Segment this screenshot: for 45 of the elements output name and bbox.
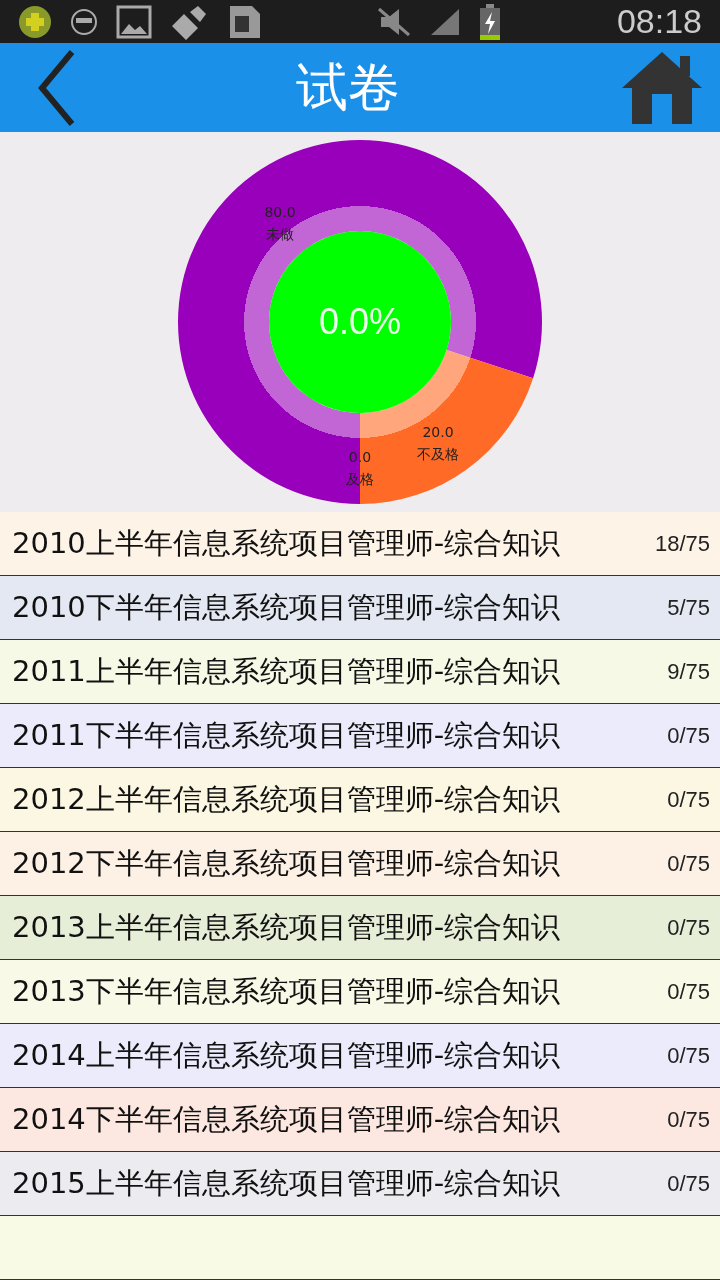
paper-title: 2011下半年信息系统项目管理师-综合知识 [12,716,561,754]
list-row[interactable]: 2013上半年信息系统项目管理师-综合知识 0/75 [0,896,720,960]
paper-title: 2012下半年信息系统项目管理师-综合知识 [12,844,561,882]
list-row[interactable]: 2010上半年信息系统项目管理师-综合知识 18/75 [0,512,720,576]
status-time: 08:18 [616,2,702,42]
page-title: 试卷 [296,55,400,119]
progress-count: 5/75 [667,594,710,621]
signal-icon [429,6,462,37]
home-icon[interactable] [620,49,704,126]
progress-count: 0/75 [667,978,710,1005]
paper-title: 2015上半年信息系统项目管理师-综合知识 [12,1164,561,1202]
list-row[interactable]: 2013下半年信息系统项目管理师-综合知识 0/75 [0,960,720,1024]
progress-count: 0/75 [667,786,710,813]
image-icon [116,4,152,39]
list-row[interactable]: 2012下半年信息系统项目管理师-综合知识 0/75 [0,832,720,896]
progress-count: 0/75 [667,1042,710,1069]
list-row[interactable]: 2014下半年信息系统项目管理师-综合知识 0/75 [0,1088,720,1152]
list-row[interactable]: 2012上半年信息系统项目管理师-综合知识 0/75 [0,768,720,832]
paper-title: 2013上半年信息系统项目管理师-综合知识 [12,908,561,946]
paper-title: 2012上半年信息系统项目管理师-综合知识 [12,780,561,818]
list-row[interactable]: 2011下半年信息系统项目管理师-综合知识 0/75 [0,704,720,768]
slice-label: 20.0 不及格 [417,424,459,462]
progress-count: 18/75 [654,530,710,557]
list-row[interactable]: 2014上半年信息系统项目管理师-综合知识 0/75 [0,1024,720,1088]
app-icon [18,4,52,39]
slice-label: 0.0 及格 [346,449,374,487]
progress-count: 9/75 [667,658,710,685]
list-row[interactable]: 2010下半年信息系统项目管理师-综合知识 5/75 [0,576,720,640]
back-icon[interactable] [36,47,76,128]
paper-title: 2010下半年信息系统项目管理师-综合知识 [12,588,561,626]
progress-count: 0/75 [667,1170,710,1197]
paper-title: 2014上半年信息系统项目管理师-综合知识 [12,1036,561,1074]
mute-icon [377,6,412,37]
progress-count: 0/75 [667,914,710,941]
progress-count: 0/75 [667,1106,710,1133]
paper-title: 2011上半年信息系统项目管理师-综合知识 [12,652,561,690]
list-row[interactable]: 2011上半年信息系统项目管理师-综合知识 9/75 [0,640,720,704]
paper-title: 2013下半年信息系统项目管理师-综合知识 [12,972,561,1010]
paper-title: 2014下半年信息系统项目管理师-综合知识 [12,1100,561,1138]
sd-card-icon [228,3,262,40]
paper-title: 2010上半年信息系统项目管理师-综合知识 [12,524,561,562]
percent-label: 0.0% [318,301,402,342]
progress-count: 0/75 [667,722,710,749]
progress-count: 0/75 [667,850,710,877]
battery-charging-icon [479,3,502,40]
